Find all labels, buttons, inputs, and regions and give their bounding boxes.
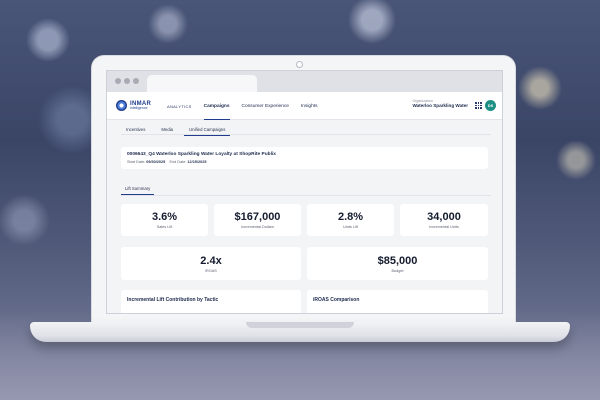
organization-value: Waterloo Sparkling Water — [412, 103, 468, 109]
metric-label: Incremental Dollars — [241, 225, 274, 229]
incremental-lift-panel: Incremental Lift Contribution by Tactic — [121, 290, 301, 313]
iroas-comparison-panel: iROAS Comparison — [307, 290, 488, 313]
nav-insights[interactable]: Insights — [301, 92, 318, 120]
nav-analytics[interactable]: ANALYTICS — [167, 92, 192, 120]
start-date-label: Start Date: — [127, 160, 146, 164]
inmar-logo[interactable]: INMAR intelligence — [116, 100, 151, 111]
metric-card-units-lift: 2.8% Units Lift — [307, 204, 394, 236]
main-nav: ANALYTICS Campaigns Consumer Experience … — [167, 92, 330, 120]
metric-label: Budget — [391, 269, 404, 273]
panel-title: Incremental Lift Contribution by Tactic — [127, 297, 219, 303]
laptop-notch — [246, 322, 354, 328]
start-date-value: 09/30/2025 — [146, 160, 166, 164]
app-grid-icon[interactable] — [475, 102, 482, 109]
webcam-icon — [296, 61, 303, 68]
nav-campaigns[interactable]: Campaigns — [203, 92, 230, 120]
window-minimize-icon[interactable] — [124, 78, 130, 84]
window-close-icon[interactable] — [115, 78, 121, 84]
tab-lift-summary[interactable]: Lift Summary — [121, 184, 155, 195]
metric-value: 34,000 — [427, 211, 461, 223]
metric-label: Incremental Units — [429, 225, 459, 229]
metric-value: $85,000 — [377, 255, 418, 267]
logo-mark-icon — [116, 100, 127, 111]
logo-sub: intelligence — [130, 105, 148, 110]
metric-value: $167,000 — [234, 211, 281, 223]
campaign-card: 0006643_Q4 Waterloo Sparkling Water Loya… — [121, 147, 488, 169]
browser-chrome — [107, 71, 502, 92]
metric-card-incremental-units: 34,000 Incremental Units — [400, 204, 488, 236]
window-maximize-icon[interactable] — [133, 78, 139, 84]
campaign-dates: Start Date: 09/30/2025 End Date: 12/15/2… — [127, 160, 206, 164]
divider — [121, 195, 491, 196]
panel-title: iROAS Comparison — [313, 297, 360, 303]
metric-label: Units Lift — [343, 225, 358, 229]
organization-selector[interactable]: Organization Waterloo Sparkling Water — [412, 99, 468, 108]
metric-label: Sales Lift — [156, 225, 173, 229]
divider — [121, 134, 491, 135]
browser-tab[interactable] — [147, 75, 257, 92]
end-date-value: 12/15/2025 — [187, 160, 207, 164]
metric-card-incremental-dollars: $167,000 Incremental Dollars — [214, 204, 301, 236]
metric-value: 2.4x — [200, 255, 222, 267]
app-header: INMAR intelligence ANALYTICS Campaigns C… — [107, 92, 502, 120]
metric-card-budget: $85,000 Budget — [307, 247, 488, 280]
metric-card-sales-lift: 3.6% Sales Lift — [121, 204, 208, 236]
campaign-title: 0006643_Q4 Waterloo Sparkling Water Loya… — [127, 152, 276, 157]
avatar[interactable]: DS — [485, 100, 496, 111]
end-date-label: End Date: — [169, 160, 187, 164]
laptop-screen: INMAR intelligence ANALYTICS Campaigns C… — [106, 70, 503, 314]
metric-value: 3.6% — [151, 211, 178, 223]
metric-label: iROAS — [205, 269, 217, 273]
metric-value: 2.8% — [337, 211, 364, 223]
nav-consumer-experience[interactable]: Consumer Experience — [242, 92, 289, 120]
metric-card-iroas: 2.4x iROAS — [121, 247, 301, 280]
